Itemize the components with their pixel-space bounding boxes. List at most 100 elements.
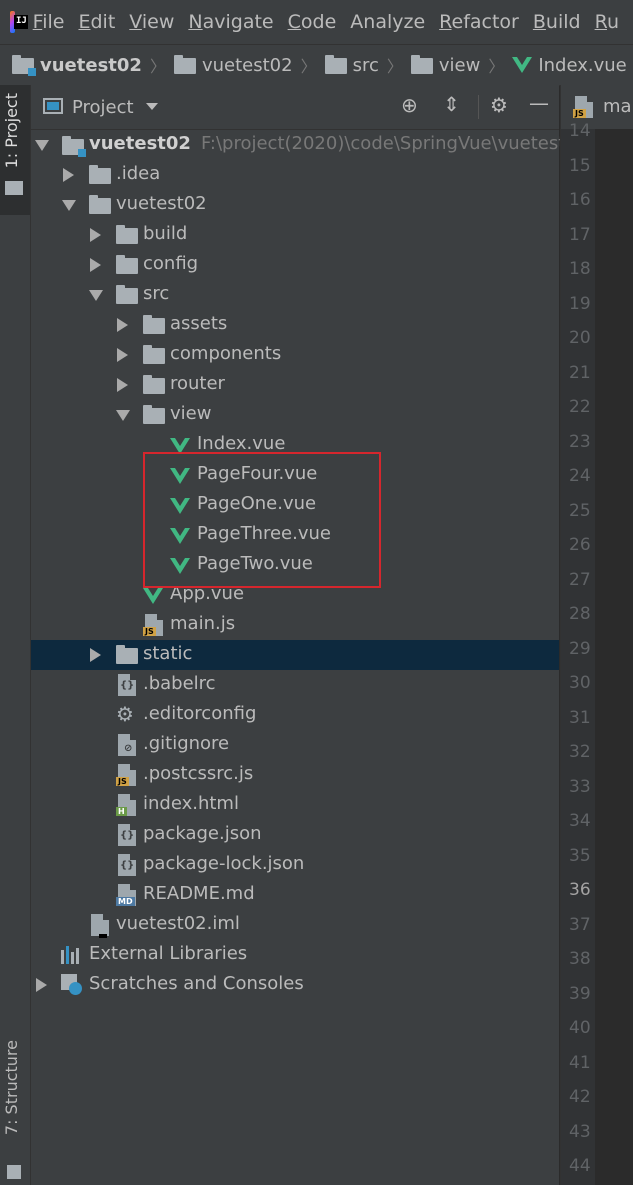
tree-item-main-js[interactable]: JS main.js bbox=[31, 610, 559, 640]
javascript-file-icon: JS bbox=[143, 614, 163, 636]
expand-arrow-icon[interactable] bbox=[62, 200, 76, 211]
tree-item-assets[interactable]: assets bbox=[31, 310, 559, 340]
hide-icon[interactable]: — bbox=[529, 91, 549, 115]
project-tool-tab[interactable]: 1: Project bbox=[0, 85, 30, 215]
project-view-icon bbox=[43, 98, 63, 114]
line-number-gutter: 14 15 16 17 18 19 20 21 22 23 24 25 26 27 28 29 30 31 32 33… bbox=[560, 121, 595, 1185]
tree-item-static[interactable]: static bbox=[31, 640, 559, 670]
menu-view[interactable]: View bbox=[129, 11, 174, 33]
tree-item-readme[interactable]: MD README.md bbox=[31, 880, 559, 910]
code-area[interactable] bbox=[595, 129, 633, 1185]
breadcrumb-item-src[interactable]: src 〉 bbox=[324, 53, 411, 77]
gear-icon[interactable]: ⚙ bbox=[490, 93, 508, 117]
line-number: 41 bbox=[569, 1052, 591, 1073]
tree-item-router[interactable]: router bbox=[31, 370, 559, 400]
module-file-icon bbox=[91, 914, 109, 938]
line-number: 43 bbox=[569, 1121, 591, 1142]
line-number: 36 bbox=[569, 880, 591, 900]
folder-icon bbox=[324, 55, 347, 74]
expand-arrow-icon[interactable] bbox=[117, 378, 128, 392]
tree-item-view[interactable]: view bbox=[31, 400, 559, 430]
intellij-logo-icon: IJ bbox=[10, 11, 27, 33]
expand-arrow-icon[interactable] bbox=[90, 648, 101, 662]
menu-code[interactable]: Code bbox=[288, 11, 337, 33]
locate-icon[interactable]: ⊕ bbox=[401, 93, 418, 117]
ignore-file-icon: ⊘ bbox=[118, 734, 136, 756]
menu-refactor[interactable]: Refactor bbox=[439, 11, 519, 33]
vue-icon bbox=[143, 588, 163, 604]
expand-arrow-icon[interactable] bbox=[90, 228, 101, 242]
tree-item-inner-module[interactable]: vuetest02 bbox=[31, 190, 559, 220]
project-folder-icon bbox=[62, 136, 86, 157]
javascript-file-icon: JS bbox=[573, 96, 593, 118]
breadcrumb-item-module[interactable]: vuetest02 〉 bbox=[173, 53, 325, 77]
project-folder-icon bbox=[12, 55, 36, 76]
folder-icon bbox=[143, 375, 165, 394]
breadcrumb-item-project[interactable]: vuetest02 〉 bbox=[12, 53, 174, 77]
folder-icon bbox=[116, 255, 138, 274]
tree-item-external-libraries[interactable]: External Libraries bbox=[31, 940, 559, 970]
expand-arrow-icon[interactable] bbox=[117, 348, 128, 362]
menu-run[interactable]: Ru bbox=[595, 11, 619, 33]
tree-item-babelrc[interactable]: {} .babelrc bbox=[31, 670, 559, 700]
tree-item-idea[interactable]: .idea bbox=[31, 160, 559, 190]
menu-file[interactable]: File bbox=[33, 11, 65, 33]
highlight-annotation-box bbox=[143, 452, 381, 588]
chevron-right-icon: 〉 bbox=[300, 57, 317, 76]
line-number: 35 bbox=[569, 845, 591, 866]
divider bbox=[478, 95, 479, 119]
editor-area: JS mai 141516171819202122232425262728293… bbox=[560, 85, 633, 1185]
expand-arrow-icon[interactable] bbox=[35, 140, 49, 151]
line-number: 30 bbox=[569, 673, 591, 693]
breadcrumb-item-file[interactable]: Index.vue bbox=[512, 55, 627, 76]
tree-item-index-html[interactable]: H index.html bbox=[31, 790, 559, 820]
line-number: 31 bbox=[569, 707, 591, 728]
line-number: 14 bbox=[569, 121, 591, 141]
breadcrumb-item-view[interactable]: view 〉 bbox=[410, 53, 512, 77]
line-number: 39 bbox=[569, 983, 591, 1004]
line-number: 38 bbox=[569, 949, 591, 969]
expand-arrow-icon[interactable] bbox=[117, 318, 128, 332]
project-panel-header: Project ⊕ ⇕ ⚙ — bbox=[31, 85, 559, 130]
folder-icon bbox=[173, 55, 196, 74]
line-number: 33 bbox=[569, 776, 591, 797]
tree-item-components[interactable]: components bbox=[31, 340, 559, 370]
expand-arrow-icon[interactable] bbox=[89, 290, 103, 301]
tree-item-iml[interactable]: vuetest02.iml bbox=[31, 910, 559, 940]
config-file-icon: {} bbox=[118, 674, 136, 696]
chevron-right-icon: 〉 bbox=[149, 57, 166, 76]
line-number: 15 bbox=[569, 155, 591, 176]
menu-build[interactable]: Build bbox=[533, 11, 581, 33]
line-number: 28 bbox=[569, 604, 591, 624]
line-number: 40 bbox=[569, 1018, 591, 1038]
expand-arrow-icon[interactable] bbox=[63, 168, 74, 182]
folder-icon bbox=[143, 405, 165, 424]
json-file-icon: {} bbox=[118, 854, 136, 876]
menu-edit[interactable]: Edit bbox=[78, 11, 115, 33]
collapse-all-icon[interactable]: ⇕ bbox=[443, 92, 460, 116]
line-number: 27 bbox=[569, 569, 591, 590]
tree-item-build[interactable]: build bbox=[31, 220, 559, 250]
tree-item-gitignore[interactable]: ⊘ .gitignore bbox=[31, 730, 559, 760]
tree-item-package-json[interactable]: {} package.json bbox=[31, 820, 559, 850]
tree-item-editorconfig[interactable]: ⚙ .editorconfig bbox=[31, 700, 559, 730]
expand-arrow-icon[interactable] bbox=[36, 978, 47, 992]
tree-item-src[interactable]: src bbox=[31, 280, 559, 310]
project-panel: Project ⊕ ⇕ ⚙ — vuetest02 F:\project(2020… bbox=[31, 85, 588, 1185]
tree-item-postcssrc[interactable]: JS .postcssrc.js bbox=[31, 760, 559, 790]
tree-item-config[interactable]: config bbox=[31, 250, 559, 280]
menu-navigate[interactable]: Navigate bbox=[188, 11, 273, 33]
line-number: 26 bbox=[569, 535, 591, 555]
expand-arrow-icon[interactable] bbox=[116, 410, 130, 421]
library-icon bbox=[61, 946, 83, 964]
line-number: 37 bbox=[569, 914, 591, 935]
folder-icon bbox=[116, 285, 138, 304]
tree-item-package-lock-json[interactable]: {} package-lock.json bbox=[31, 850, 559, 880]
tree-item-scratches[interactable]: Scratches and Consoles bbox=[31, 970, 559, 1000]
line-number: 19 bbox=[569, 293, 591, 314]
tree-item-root[interactable]: vuetest02 F:\project(2020)\code\SpringVue… bbox=[31, 130, 588, 160]
folder-icon bbox=[116, 645, 138, 664]
chevron-down-icon[interactable] bbox=[146, 103, 158, 110]
menu-analyze[interactable]: Analyze bbox=[350, 11, 425, 33]
expand-arrow-icon[interactable] bbox=[90, 258, 101, 272]
